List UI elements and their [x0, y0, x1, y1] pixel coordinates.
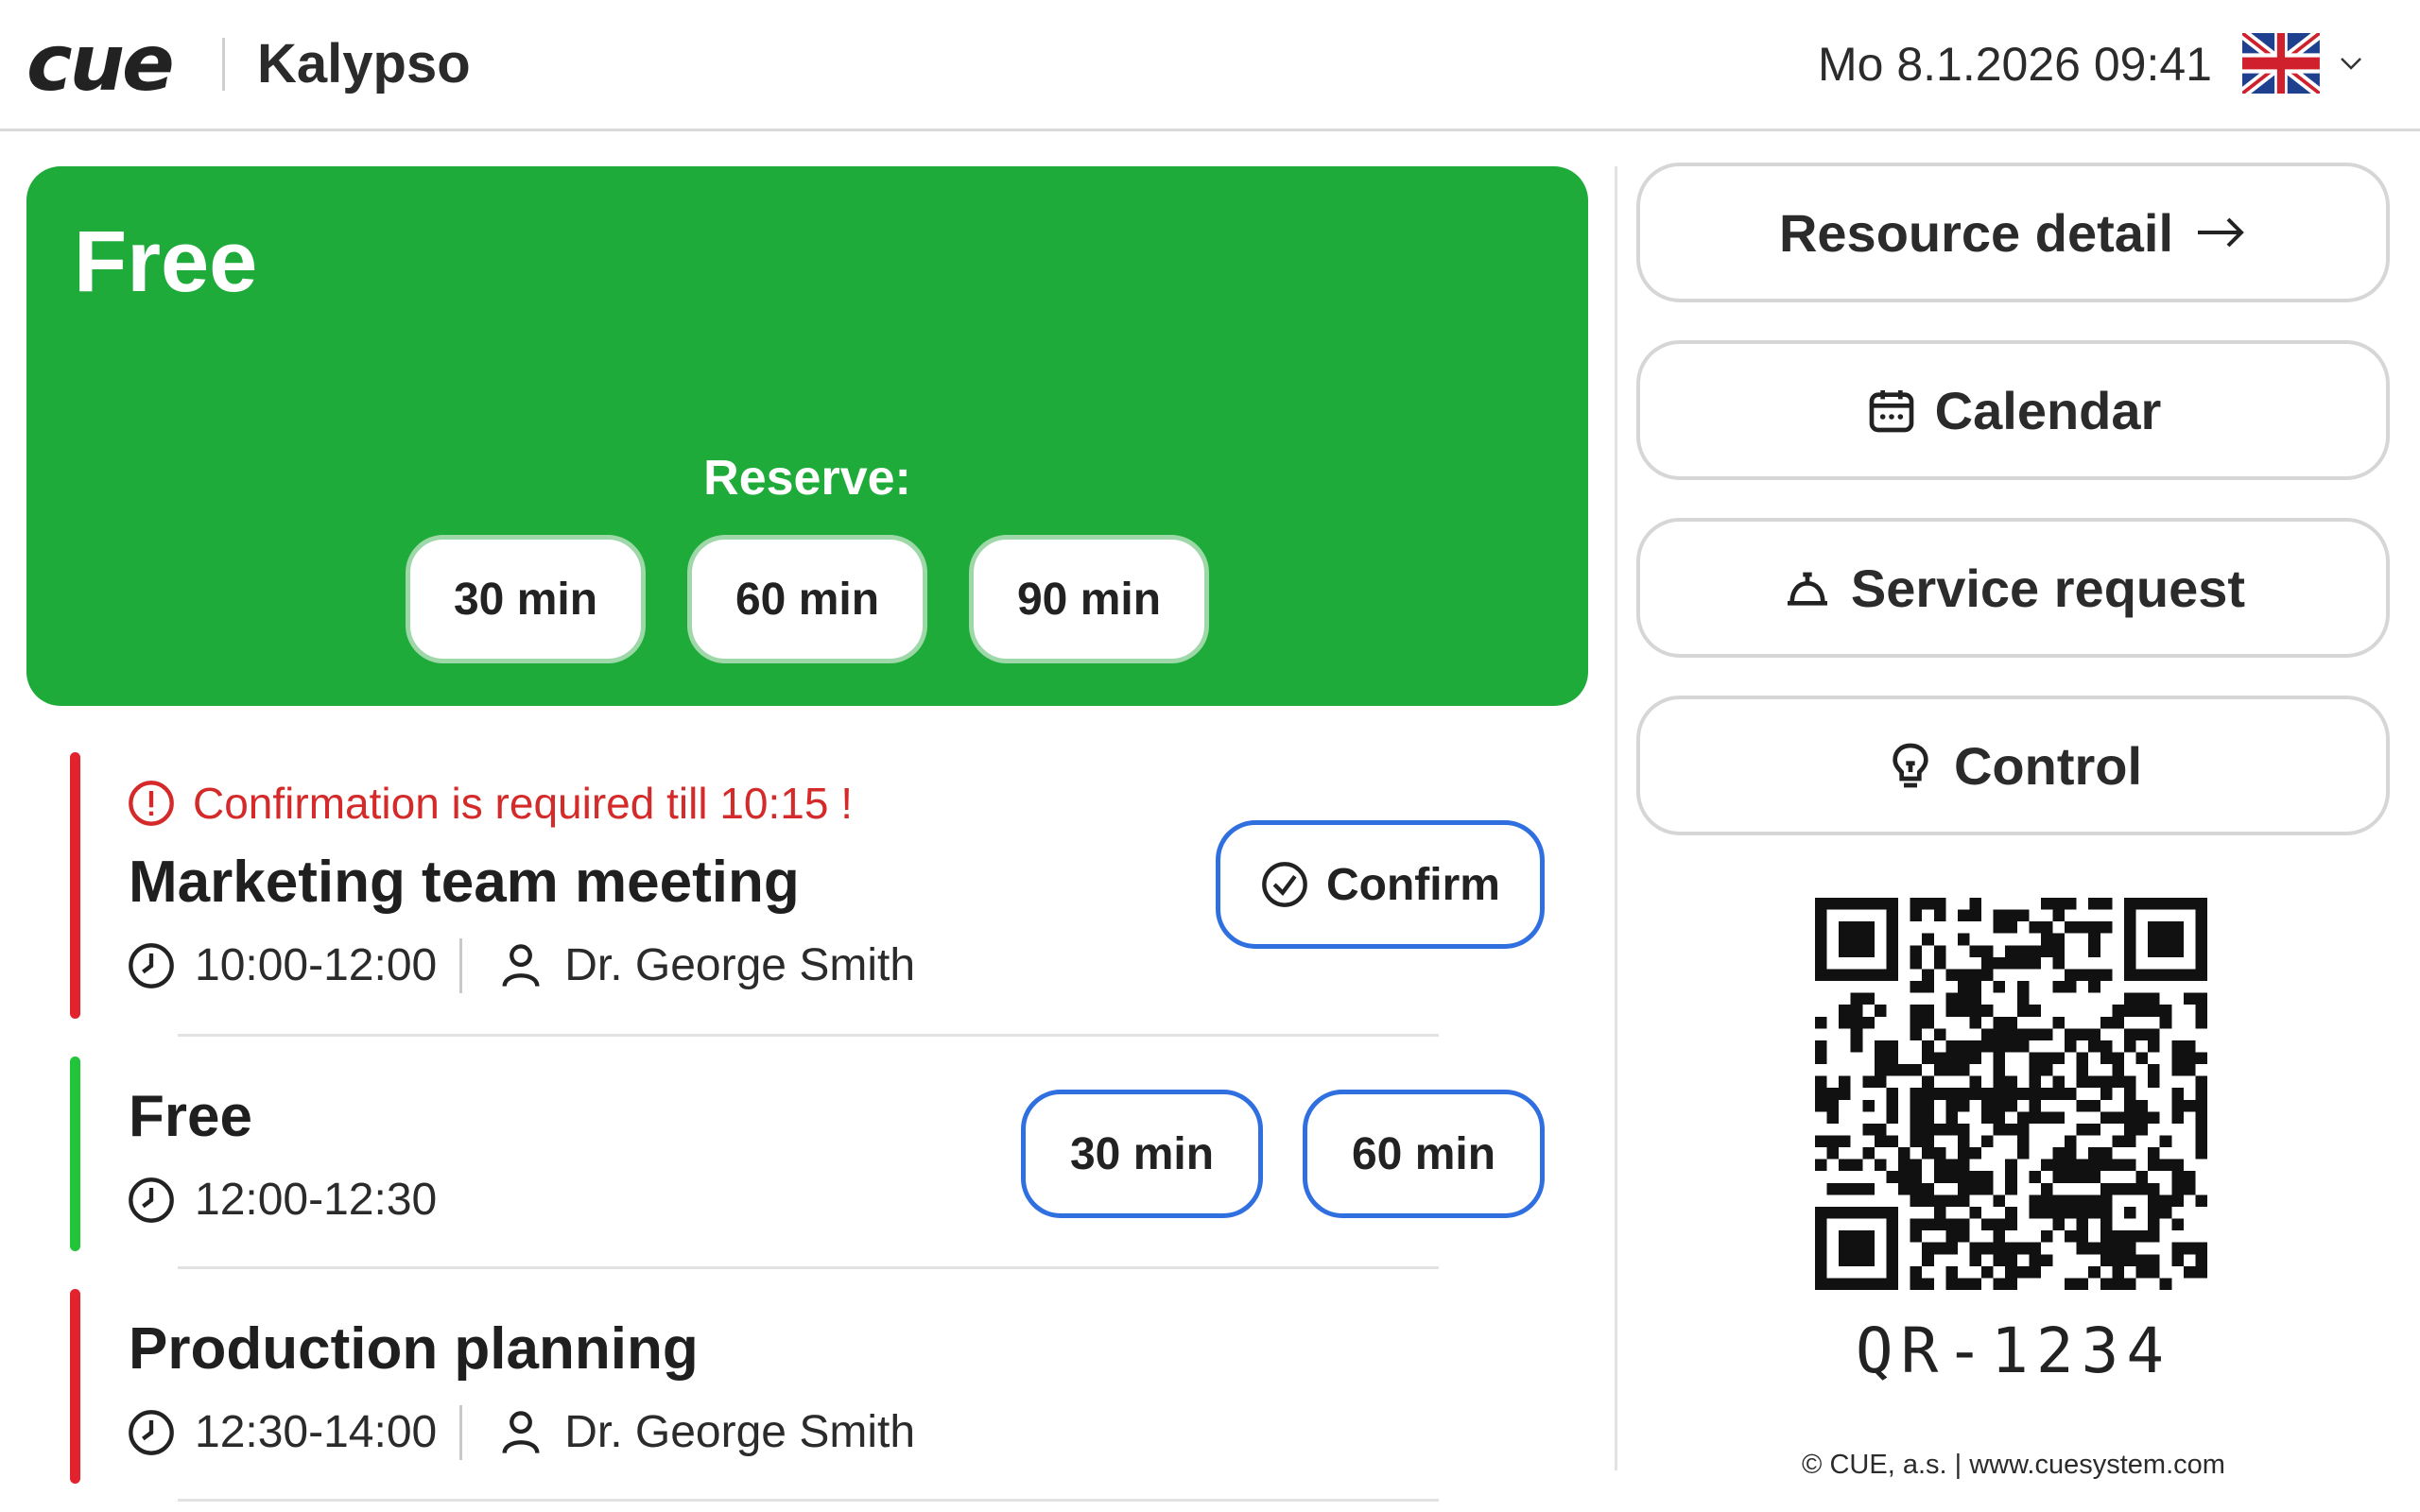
clock-icon [129, 943, 174, 988]
agenda-divider [178, 1034, 1439, 1037]
status-card: Free Reserve: 30 min 60 min 90 min [26, 166, 1588, 706]
top-bar: cue Kalypso Mo 8.1.2026 09:41 [0, 0, 2420, 131]
meta-separator [459, 938, 463, 993]
control-button[interactable]: Control [1636, 696, 2390, 835]
calendar-label: Calendar [1934, 380, 2162, 440]
calendar-button[interactable]: Calendar [1636, 340, 2390, 480]
calendar-icon [1869, 390, 1914, 433]
status-bar-busy [70, 752, 80, 1019]
meeting-meta: 12:30-14:00 Dr. George Smith [127, 1404, 915, 1461]
slot-60-min-button[interactable]: 60 min [1303, 1090, 1545, 1218]
vertical-divider [1615, 166, 1617, 1470]
service-request-button[interactable]: Service request [1636, 518, 2390, 658]
cue-logo: cue [26, 19, 175, 109]
person-icon [502, 1411, 540, 1454]
meeting-time: 12:30-14:00 [195, 1407, 438, 1457]
meta-separator [459, 1405, 463, 1460]
agenda-item-marketing: Confirmation is required till 10:15 ! Ma… [70, 752, 1545, 1019]
free-slot-meta: 12:00-12:30 [127, 1172, 437, 1228]
alert-text: Confirmation is required till 10:15 ! [193, 779, 853, 828]
status-bar-busy [70, 1289, 80, 1484]
footer-copyright: © CUE, a.s. | www.cuesystem.com [1802, 1450, 2225, 1480]
language-selector[interactable] [2242, 32, 2365, 94]
qr-label: QR-1234 [1855, 1314, 2172, 1387]
agenda-item-production: Production planning 12:30-14:00 Dr. Geor… [70, 1289, 1545, 1484]
meeting-organizer: Dr. George Smith [564, 940, 916, 990]
arrow-right-icon [2198, 217, 2244, 248]
date-time: Mo 8.1.2026 09:41 [1818, 38, 2212, 91]
agenda-item-free: Free 12:00-12:30 30 min 60 min [70, 1057, 1545, 1251]
free-slot-time: 12:00-12:30 [195, 1175, 438, 1225]
person-icon [502, 944, 540, 988]
reserve-label: Reserve: [703, 451, 911, 506]
meeting-title: Production planning [129, 1316, 699, 1382]
qr-code [1815, 898, 2207, 1290]
control-label: Control [1953, 735, 2143, 796]
reserve-30-min-button[interactable]: 30 min [406, 535, 646, 663]
service-request-label: Service request [1850, 558, 2246, 618]
slot-30-min-button[interactable]: 30 min [1021, 1090, 1263, 1218]
reserve-90-min-button[interactable]: 90 min [969, 535, 1209, 663]
reserve-options: 30 min 60 min 90 min [26, 535, 1588, 663]
agenda-divider [178, 1266, 1439, 1269]
meeting-organizer: Dr. George Smith [564, 1407, 916, 1457]
lightbulb-icon [1893, 743, 1928, 788]
service-bell-icon [1787, 572, 1827, 606]
resource-detail-label: Resource detail [1778, 202, 2174, 263]
reserve-60-min-button[interactable]: 60 min [687, 535, 927, 663]
status-title: Free [74, 214, 258, 310]
header-divider [222, 38, 225, 91]
status-bar-free [70, 1057, 80, 1251]
resource-detail-button[interactable]: Resource detail [1636, 163, 2390, 302]
confirmation-alert: Confirmation is required till 10:15 ! [127, 777, 853, 830]
confirm-button[interactable]: Confirm [1216, 820, 1545, 949]
app-name: Kalypso [257, 33, 471, 94]
confirm-label: Confirm [1326, 859, 1500, 910]
agenda-divider [178, 1499, 1439, 1502]
chevron-down-icon [2341, 58, 2361, 70]
alert-icon [129, 781, 174, 826]
meeting-title: Marketing team meeting [129, 850, 800, 915]
clock-icon [129, 1177, 174, 1223]
clock-icon [129, 1410, 174, 1455]
meeting-time: 10:00-12:00 [195, 940, 438, 990]
meeting-meta: 10:00-12:00 Dr. George Smith [127, 937, 915, 994]
check-circle-icon [1262, 862, 1307, 907]
free-slot-title: Free [129, 1084, 252, 1149]
uk-flag-icon [2242, 33, 2320, 94]
